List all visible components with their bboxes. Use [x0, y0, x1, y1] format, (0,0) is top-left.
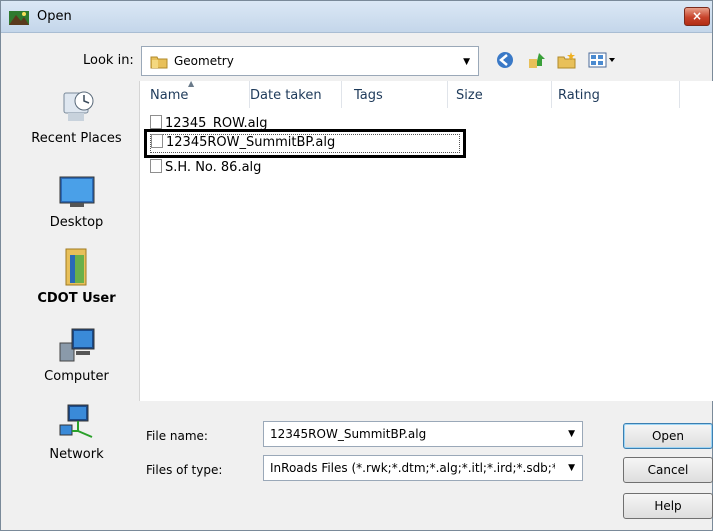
place-network[interactable]: Network: [19, 403, 134, 462]
place-desktop[interactable]: Desktop: [19, 171, 134, 230]
file-icon: [150, 159, 162, 173]
cancel-button[interactable]: Cancel: [623, 457, 713, 483]
place-recent-places[interactable]: Recent Places: [19, 87, 134, 146]
recent-places-icon: [63, 91, 93, 121]
window-title: Open: [37, 9, 72, 24]
column-header-tags[interactable]: Tags: [354, 81, 448, 108]
file-type-label: Files of type:: [146, 463, 223, 477]
place-label: CDOT User: [37, 291, 116, 306]
file-row: 12345ROW_SummitBP.alg: [151, 134, 335, 154]
look-in-combo[interactable]: Geometry ▼: [141, 46, 479, 76]
open-dialog: Open × Look in: Geometry ▼ Recent Places…: [0, 0, 713, 531]
up-folder-icon[interactable]: [527, 51, 547, 69]
app-icon: [9, 11, 29, 25]
place-computer[interactable]: Computer: [19, 325, 134, 384]
close-button[interactable]: ×: [684, 7, 710, 26]
place-label: Desktop: [49, 215, 104, 230]
new-folder-icon[interactable]: [557, 51, 577, 69]
chevron-down-icon[interactable]: ▼: [568, 429, 575, 439]
folder-icon: [150, 56, 168, 69]
file-type-value: InRoads Files (*.rwk;*.dtm;*.alg;*.itl;*…: [270, 461, 555, 475]
column-header-rating[interactable]: Rating: [558, 81, 680, 108]
title-bar: Open ×: [1, 1, 712, 33]
chevron-down-icon[interactable]: ▼: [463, 57, 470, 67]
column-header-name[interactable]: ▲ Name: [150, 79, 250, 108]
file-name-combo[interactable]: 12345ROW_SummitBP.alg ▼: [263, 421, 583, 447]
file-icon: [151, 134, 163, 148]
place-label: Computer: [44, 369, 109, 384]
column-header-size[interactable]: Size: [456, 81, 552, 108]
file-row[interactable]: S.H. No. 86.alg: [150, 159, 261, 179]
file-name-label: File name:: [146, 429, 208, 443]
column-header-date-taken[interactable]: Date taken: [250, 81, 342, 108]
file-list[interactable]: ▲ Name Date taken Tags Size Rating 12345…: [139, 79, 713, 401]
file-icon: [150, 115, 162, 129]
sort-ascending-icon: ▲: [188, 79, 195, 88]
views-menu-icon[interactable]: [588, 51, 618, 69]
open-button[interactable]: Open: [623, 423, 713, 449]
place-label: Network: [49, 447, 104, 462]
help-button[interactable]: Help: [623, 493, 713, 519]
file-type-combo[interactable]: InRoads Files (*.rwk;*.dtm;*.alg;*.itl;*…: [263, 455, 583, 481]
desktop-icon: [59, 176, 94, 207]
places-bar: Recent Places Desktop CDOT User Computer…: [19, 81, 134, 511]
chevron-down-icon[interactable]: ▼: [568, 463, 575, 473]
user-folder-icon: [65, 248, 86, 286]
computer-icon: [59, 328, 94, 362]
selected-file-row[interactable]: 12345ROW_SummitBP.alg: [144, 129, 466, 158]
network-icon: [59, 404, 92, 438]
place-label: Recent Places: [31, 131, 122, 146]
place-cdot-user[interactable]: CDOT User: [19, 247, 134, 306]
back-icon[interactable]: [495, 51, 515, 69]
look-in-label: Look in:: [83, 53, 134, 68]
look-in-value: Geometry: [174, 54, 234, 68]
file-name-value[interactable]: 12345ROW_SummitBP.alg: [270, 427, 555, 441]
